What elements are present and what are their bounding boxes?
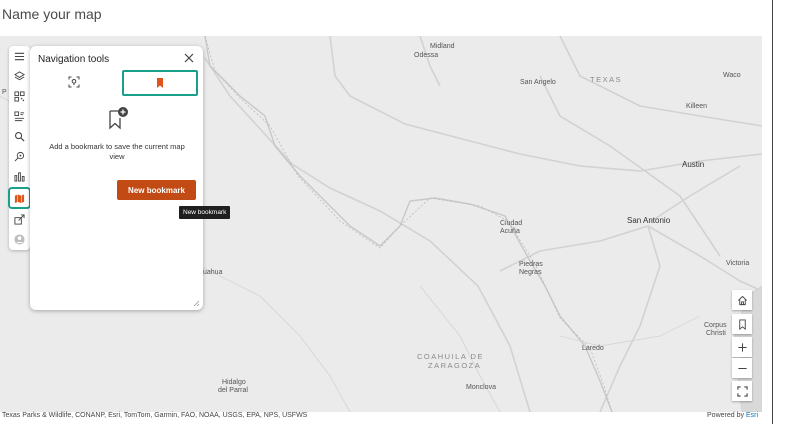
bookmark-control-button[interactable] — [732, 314, 752, 334]
esri-link[interactable]: Esri — [746, 412, 758, 419]
map-label: Killeen — [686, 103, 708, 110]
map-label: Christi — [706, 330, 726, 337]
explore-icon — [68, 76, 80, 88]
qr-code-icon — [14, 90, 25, 102]
tab-underline — [124, 92, 196, 94]
map-label: ZARAGOZA — [428, 361, 482, 370]
map-label: Laredo — [582, 345, 604, 352]
map-label: Ciudad — [500, 220, 523, 227]
map-label: San Angelo — [520, 79, 556, 86]
qr-code-button[interactable] — [10, 87, 29, 105]
tab-bookmarks[interactable] — [122, 70, 198, 96]
map-label: Hidalgo — [222, 379, 246, 386]
powered-by-text: Powered by — [707, 412, 746, 419]
layers-button[interactable] — [10, 67, 29, 85]
bookmarks-button[interactable] — [10, 189, 29, 207]
layers-icon — [14, 70, 25, 80]
map-title[interactable]: Name your map — [2, 6, 102, 22]
map-label: San Antonio — [627, 216, 671, 225]
map-label: uahua — [203, 269, 223, 276]
powered-by: Powered by Esri — [707, 410, 758, 422]
add-bookmark-icon — [109, 107, 128, 130]
bookmark-icon — [738, 318, 746, 330]
chart-icon — [14, 171, 25, 182]
attribution-text: Texas Parks & Wildlife, CONANP, Esri, To… — [2, 412, 308, 419]
share-button[interactable] — [10, 210, 29, 228]
navigation-tools-panel: Navigation tools Add a bookmark to save … — [30, 46, 203, 310]
resize-handle-icon[interactable] — [193, 300, 200, 307]
new-bookmark-button[interactable]: New bookmark — [117, 180, 196, 200]
menu-icon — [14, 52, 25, 60]
home-button[interactable] — [732, 290, 752, 310]
divider — [772, 0, 773, 424]
map-label: TEXAS — [590, 75, 623, 84]
zoom-in-button[interactable] — [732, 337, 752, 357]
map-label: del Parral — [218, 387, 248, 394]
legend-icon — [14, 110, 25, 121]
map-label: Waco — [723, 72, 741, 79]
map-label: Piedras — [519, 261, 543, 268]
menu-button[interactable] — [10, 47, 29, 65]
empty-bookmarks-message: Add a bookmark to save the current map v… — [49, 142, 185, 161]
home-icon — [737, 295, 747, 305]
map-label: Victoria — [726, 260, 750, 267]
map-label: Odessa — [414, 52, 439, 59]
map-label: P — [2, 89, 7, 96]
tab-explore[interactable] — [30, 72, 118, 92]
map-label: Midland — [430, 43, 455, 50]
close-icon[interactable] — [184, 53, 194, 63]
chart-button[interactable] — [10, 167, 29, 185]
minus-icon — [737, 367, 747, 369]
fullscreen-icon — [736, 385, 748, 397]
search-icon — [15, 131, 25, 142]
share-icon — [14, 213, 25, 225]
map-label: Corpus — [704, 322, 727, 329]
map-attribution: Texas Parks & Wildlife, CONANP, Esri, To… — [0, 410, 762, 424]
new-bookmark-tooltip: New bookmark — [179, 206, 231, 219]
user-avatar-icon — [14, 233, 25, 245]
map-label: Austin — [682, 160, 705, 169]
fullscreen-button[interactable] — [732, 381, 752, 401]
location-tag-icon — [14, 151, 25, 161]
map-label: Negras — [519, 269, 542, 276]
plus-icon — [737, 342, 747, 352]
search-button[interactable] — [10, 127, 29, 145]
map-label: COAHUILA DE — [417, 352, 484, 361]
user-button[interactable] — [10, 230, 29, 248]
location-button[interactable] — [10, 147, 29, 165]
map-bookmark-icon — [14, 193, 25, 203]
tools-toolbar — [9, 46, 30, 250]
panel-title: Navigation tools — [38, 54, 110, 65]
legend-button[interactable] — [10, 107, 29, 125]
map-label: Monclova — [466, 384, 496, 391]
bookmark-tab-icon — [157, 78, 163, 88]
zoom-out-button[interactable] — [732, 358, 752, 378]
map-label: Acuña — [500, 228, 520, 235]
